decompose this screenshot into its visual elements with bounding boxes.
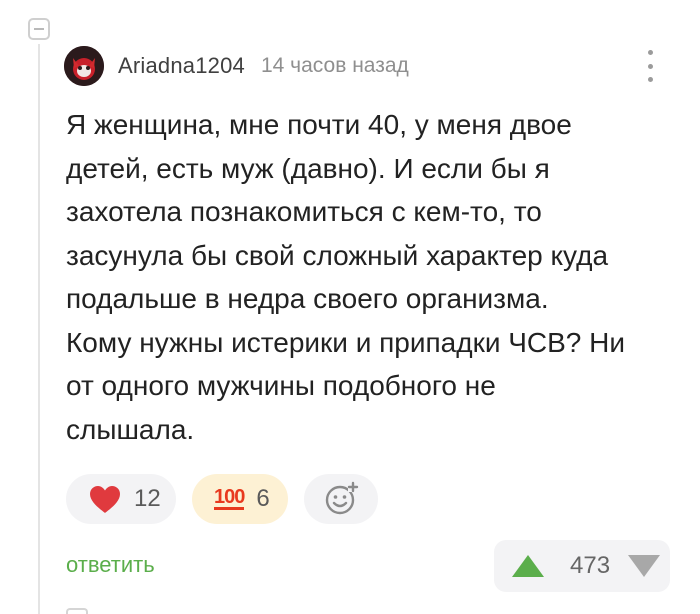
- avatar[interactable]: [64, 46, 104, 86]
- rating-box: 473: [494, 540, 670, 592]
- reaction-count: 12: [134, 485, 161, 512]
- comment-body: Я женщина, мне почти 40, у меня двое дет…: [66, 109, 626, 445]
- reaction-hundred-points[interactable]: 100 6: [192, 474, 288, 524]
- minus-icon: [34, 28, 44, 30]
- author-name[interactable]: Ariadna1204: [118, 53, 245, 79]
- add-emoji-icon: [325, 481, 359, 515]
- reaction-heart[interactable]: 12: [66, 474, 176, 524]
- reply-link[interactable]: ответить: [66, 552, 155, 578]
- comment-timestamp[interactable]: 14 часов назад: [261, 54, 409, 78]
- collapse-thread-button[interactable]: [28, 18, 50, 40]
- rating-count: 473: [570, 552, 611, 579]
- reaction-count: 6: [256, 485, 270, 512]
- add-reaction-button[interactable]: [304, 474, 378, 524]
- hundred-points-icon: 100: [214, 486, 245, 510]
- downvote-icon[interactable]: [628, 555, 661, 577]
- heart-icon: [90, 486, 120, 513]
- more-options-icon[interactable]: [640, 50, 660, 82]
- next-comment-collapse-stub: [66, 608, 88, 614]
- thread-line: [38, 44, 40, 614]
- comment-header: Ariadna1204 14 часов назад: [64, 46, 409, 86]
- upvote-icon[interactable]: [512, 555, 544, 577]
